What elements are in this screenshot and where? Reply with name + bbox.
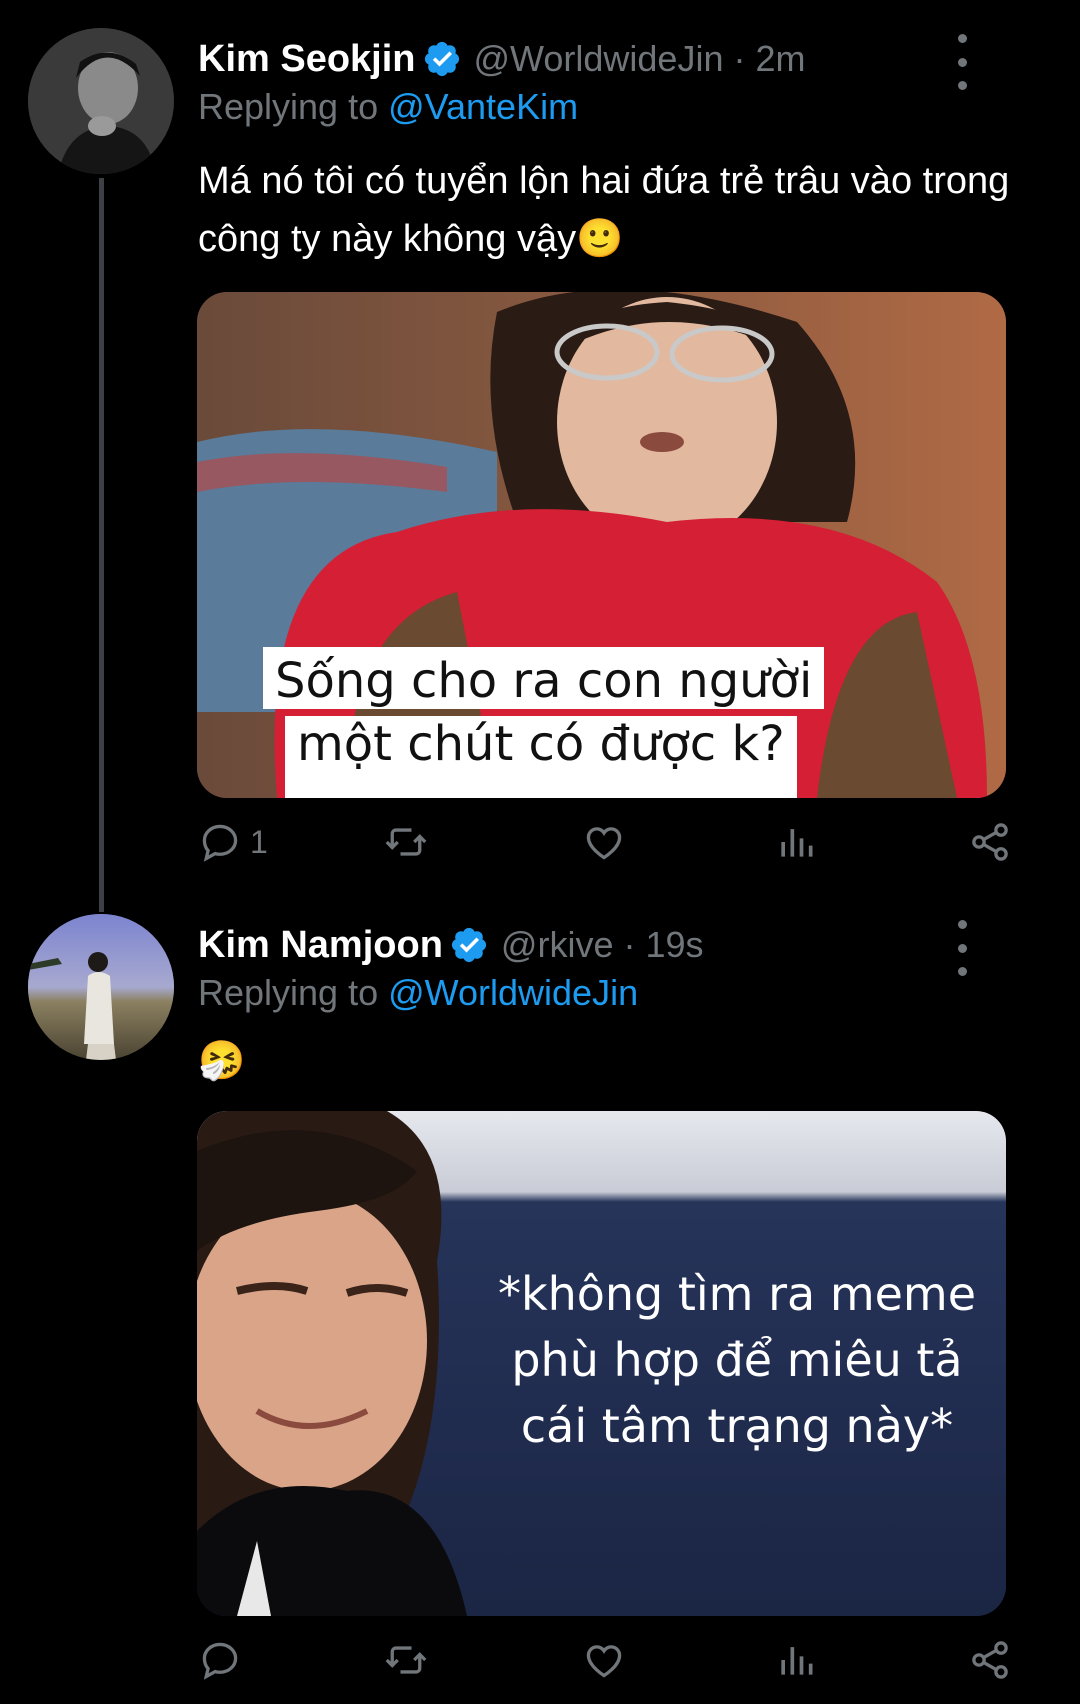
meme-caption-line: một chút có được k?: [297, 716, 785, 772]
meme-caption: một chút có được k?: [285, 716, 797, 798]
retweet-icon: [385, 1646, 427, 1674]
meme-caption-line: Sống cho ra con người: [275, 653, 813, 709]
avatar-photo: [28, 28, 174, 174]
verified-badge-icon: [424, 41, 459, 77]
share-icon: [972, 823, 1008, 861]
avatar[interactable]: [28, 28, 174, 174]
meme-caption-line: cái tâm trạng này*: [520, 1399, 954, 1453]
like-icon: [586, 1645, 622, 1678]
replying-to: Replying to @VanteKim: [198, 86, 578, 128]
like-button[interactable]: [582, 1636, 626, 1684]
analytics-icon: [781, 1647, 813, 1675]
tweet-media[interactable]: Sống cho ra con người một chút có được k…: [197, 292, 1006, 798]
meme-caption: Sống cho ra con người: [263, 647, 825, 709]
tweet-header: Kim Seokjin @WorldwideJin · 2m: [198, 34, 805, 84]
replying-to-link[interactable]: @WorldwideJin: [388, 972, 638, 1013]
analytics-button[interactable]: [774, 818, 818, 866]
tweet-seokjin[interactable]: Kim Seokjin @WorldwideJin · 2m Replying …: [0, 0, 1080, 912]
reply-icon: [202, 1642, 238, 1680]
analytics-button[interactable]: [774, 1636, 818, 1684]
avatar-photo: [28, 914, 174, 1060]
retweet-icon: [385, 828, 427, 856]
thread-line: [99, 178, 104, 912]
analytics-icon: [781, 829, 813, 857]
tweet-text: 🤧: [198, 1040, 246, 1082]
replying-label: Replying to: [198, 86, 379, 127]
meme-caption-line: *không tìm ra meme: [497, 1267, 977, 1321]
reply-icon: [202, 824, 238, 862]
more-options-icon[interactable]: [954, 34, 970, 90]
reply-button[interactable]: 1: [198, 818, 268, 866]
avatar[interactable]: [28, 914, 174, 1060]
more-options-icon[interactable]: [954, 920, 970, 976]
meme-caption-line: phù hợp để miêu tả: [511, 1333, 963, 1387]
tweet-actions: 1: [198, 818, 1018, 866]
display-name[interactable]: Kim Seokjin: [198, 38, 416, 81]
display-name[interactable]: Kim Namjoon: [198, 924, 443, 967]
share-button[interactable]: [968, 1636, 1012, 1684]
handle-and-time[interactable]: @rkive · 19s: [501, 924, 704, 966]
reply-button[interactable]: [198, 1636, 250, 1684]
like-icon: [586, 827, 622, 860]
share-icon: [972, 1641, 1008, 1679]
replying-to: Replying to @WorldwideJin: [198, 972, 638, 1014]
replying-to-link[interactable]: @VanteKim: [388, 86, 578, 127]
tweet-actions: [198, 1636, 1018, 1684]
tweet-text: Má nó tôi có tuyển lộn hai đứa trẻ trâu …: [198, 160, 1010, 260]
share-button[interactable]: [968, 818, 1012, 866]
tweet-namjoon[interactable]: Kim Namjoon @rkive · 19s Replying to @Wo…: [0, 880, 1080, 1704]
reply-count: 1: [250, 823, 268, 860]
verified-badge-icon: [451, 927, 486, 963]
tweet-media[interactable]: *không tìm ra meme phù hợp để miêu tả cá…: [197, 1111, 1006, 1616]
retweet-button[interactable]: [384, 818, 428, 866]
tweet-header: Kim Namjoon @rkive · 19s: [198, 920, 704, 970]
like-button[interactable]: [582, 818, 626, 866]
retweet-button[interactable]: [384, 1636, 428, 1684]
replying-label: Replying to: [198, 972, 379, 1013]
meme-caption: *không tìm ra meme phù hợp để miêu tả cá…: [467, 1261, 1006, 1459]
handle-and-time[interactable]: @WorldwideJin · 2m: [474, 38, 806, 80]
